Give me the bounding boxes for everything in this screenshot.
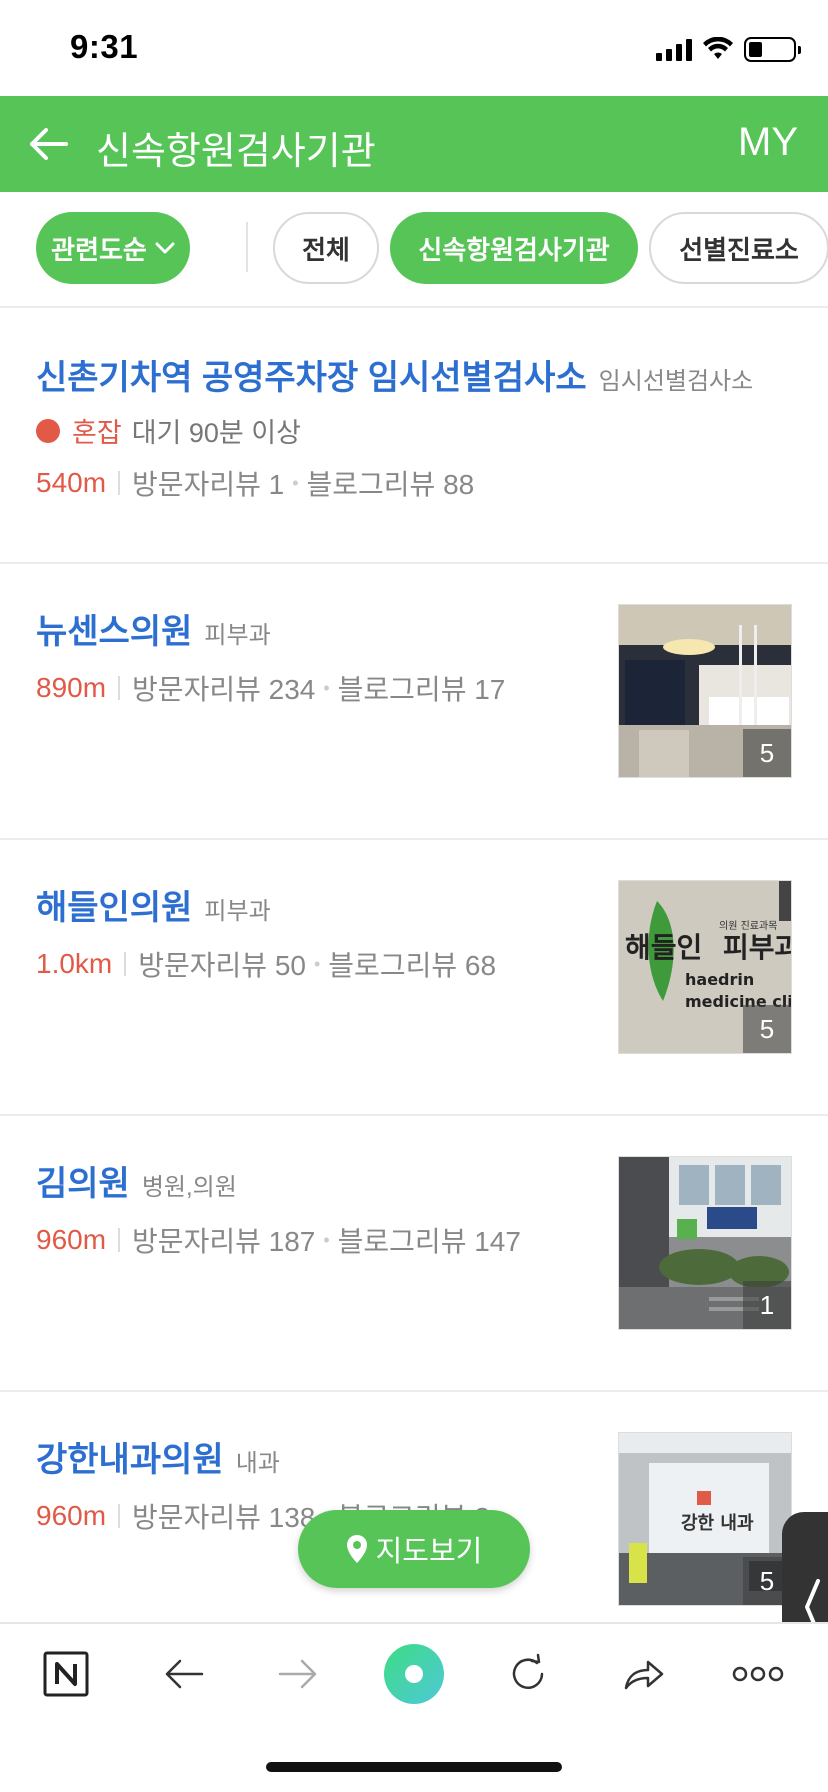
back-icon[interactable] xyxy=(156,1646,212,1702)
svg-text:피부과: 피부과 xyxy=(723,931,792,964)
sort-label: 관련도순 xyxy=(51,234,147,265)
place-meta: 1.0km 방문자리뷰 50 • 블로그리뷰 68 xyxy=(36,944,496,984)
distance: 960m xyxy=(36,1224,107,1255)
place-name[interactable]: 신촌기차역 공영주차장 임시선별검사소 xyxy=(36,350,587,399)
place-meta: 960m 방문자리뷰 187 • 블로그리뷰 147 xyxy=(36,1220,521,1260)
chip-all[interactable]: 전체 xyxy=(273,212,379,284)
place-photo[interactable]: 5 xyxy=(618,604,792,778)
place-category: 병원,의원 xyxy=(141,1174,237,1201)
page-title: 신속항원검사기관 xyxy=(96,131,376,173)
visitor-reviews[interactable]: 방문자리뷰 138 xyxy=(132,1496,315,1536)
filter-bar: 관련도순 전체 신속항원검사기관 선별진료소 xyxy=(0,192,828,308)
list-item[interactable]: 해들인의원 피부과 1.0km 방문자리뷰 50 • 블로그리뷰 68 해들인 … xyxy=(0,840,828,1116)
place-meta: 540m 방문자리뷰 1 • 블로그리뷰 88 xyxy=(36,463,474,503)
place-name[interactable]: 강한내과의원 xyxy=(36,1432,224,1481)
share-icon[interactable] xyxy=(616,1646,672,1702)
place-photo[interactable]: 해들인 피부과 의원 진료과목 haedrin medicine clinic … xyxy=(618,880,792,1054)
green-dot-icon[interactable] xyxy=(382,1642,446,1706)
place-category: 내과 xyxy=(235,1450,280,1477)
visitor-reviews[interactable]: 방문자리뷰 187 xyxy=(132,1220,315,1260)
map-view-label: 지도보기 xyxy=(375,1536,483,1568)
place-meta: 890m 방문자리뷰 234 • 블로그리뷰 17 xyxy=(36,668,505,708)
svg-text:해들인: 해들인 xyxy=(625,931,702,964)
wifi-icon xyxy=(703,37,733,59)
blog-reviews[interactable]: 블로그리뷰 88 xyxy=(307,463,475,503)
blog-reviews[interactable]: 블로그리뷰 68 xyxy=(328,944,496,984)
status-icons xyxy=(656,34,801,64)
my-button[interactable]: MY xyxy=(738,120,798,165)
sort-dropdown[interactable]: 관련도순 xyxy=(36,212,190,284)
visitor-reviews[interactable]: 방문자리뷰 1 xyxy=(132,463,284,503)
app-header: 신속항원검사기관 MY xyxy=(0,96,828,192)
place-name[interactable]: 해들인의원 xyxy=(36,880,192,929)
place-category: 피부과 xyxy=(204,622,271,649)
home-indicator xyxy=(266,1762,562,1772)
chip-rapid-antigen[interactable]: 신속항원검사기관 xyxy=(390,212,638,284)
photo-count: 5 xyxy=(743,1005,791,1053)
naver-home-icon[interactable] xyxy=(38,1646,94,1702)
forward-icon[interactable] xyxy=(270,1646,326,1702)
visitor-reviews[interactable]: 방문자리뷰 234 xyxy=(132,668,315,708)
status-time: 9:31 xyxy=(70,28,139,65)
map-view-button[interactable]: 지도보기 xyxy=(298,1510,530,1588)
place-name[interactable]: 뉴센스의원 xyxy=(36,604,192,653)
svg-text:강한 내과: 강한 내과 xyxy=(681,1513,754,1534)
back-arrow-icon[interactable] xyxy=(26,122,70,166)
blog-reviews[interactable]: 블로그리뷰 17 xyxy=(338,668,506,708)
place-category: 피부과 xyxy=(204,898,271,925)
visitor-reviews[interactable]: 방문자리뷰 50 xyxy=(138,944,306,984)
wait-time: 대기 90분 이상 xyxy=(131,418,301,448)
chip-screening-clinic[interactable]: 선별진료소 xyxy=(649,212,828,284)
more-icon[interactable] xyxy=(730,1646,786,1702)
place-photo[interactable]: 강한 내과 5 xyxy=(618,1432,792,1606)
list-item[interactable]: 강한내과의원 내과 960m 방문자리뷰 138 • 블로그리뷰 2 강한 내과… xyxy=(0,1392,828,1626)
battery-icon xyxy=(744,36,801,62)
svg-text:haedrin: haedrin xyxy=(685,970,754,989)
result-list: 신촌기차역 공영주차장 임시선별검사소 임시선별검사소 혼잡 대기 90분 이상… xyxy=(0,308,828,1626)
photo-count: 1 xyxy=(743,1281,791,1329)
distance: 1.0km xyxy=(36,948,113,979)
browser-toolbar xyxy=(0,1622,828,1722)
place-photo[interactable]: 1 xyxy=(618,1156,792,1330)
photo-count: 5 xyxy=(743,729,791,777)
list-item[interactable]: 뉴센스의원 피부과 890m 방문자리뷰 234 • 블로그리뷰 17 5 xyxy=(0,564,828,840)
distance: 960m xyxy=(36,1500,107,1531)
list-item[interactable]: 신촌기차역 공영주차장 임시선별검사소 임시선별검사소 혼잡 대기 90분 이상… xyxy=(0,308,828,564)
place-name[interactable]: 김의원 xyxy=(36,1156,130,1205)
status-bar: 9:31 xyxy=(0,0,828,96)
cellular-signal-icon xyxy=(656,37,692,61)
distance: 890m xyxy=(36,672,107,703)
filter-divider xyxy=(246,222,248,272)
chevron-down-icon xyxy=(155,242,175,254)
svg-text:의원 진료과목: 의원 진료과목 xyxy=(719,920,777,932)
reload-icon[interactable] xyxy=(500,1646,556,1702)
congestion-status: 혼잡 대기 90분 이상 xyxy=(36,411,301,450)
congestion-dot-icon xyxy=(36,418,60,443)
place-category: 임시선별검사소 xyxy=(598,368,754,395)
distance: 540m xyxy=(36,467,107,498)
congestion-label: 혼잡 xyxy=(72,418,122,448)
blog-reviews[interactable]: 블로그리뷰 147 xyxy=(338,1220,521,1260)
list-item[interactable]: 김의원 병원,의원 960m 방문자리뷰 187 • 블로그리뷰 147 1 xyxy=(0,1116,828,1392)
map-pin-icon xyxy=(346,1535,367,1563)
